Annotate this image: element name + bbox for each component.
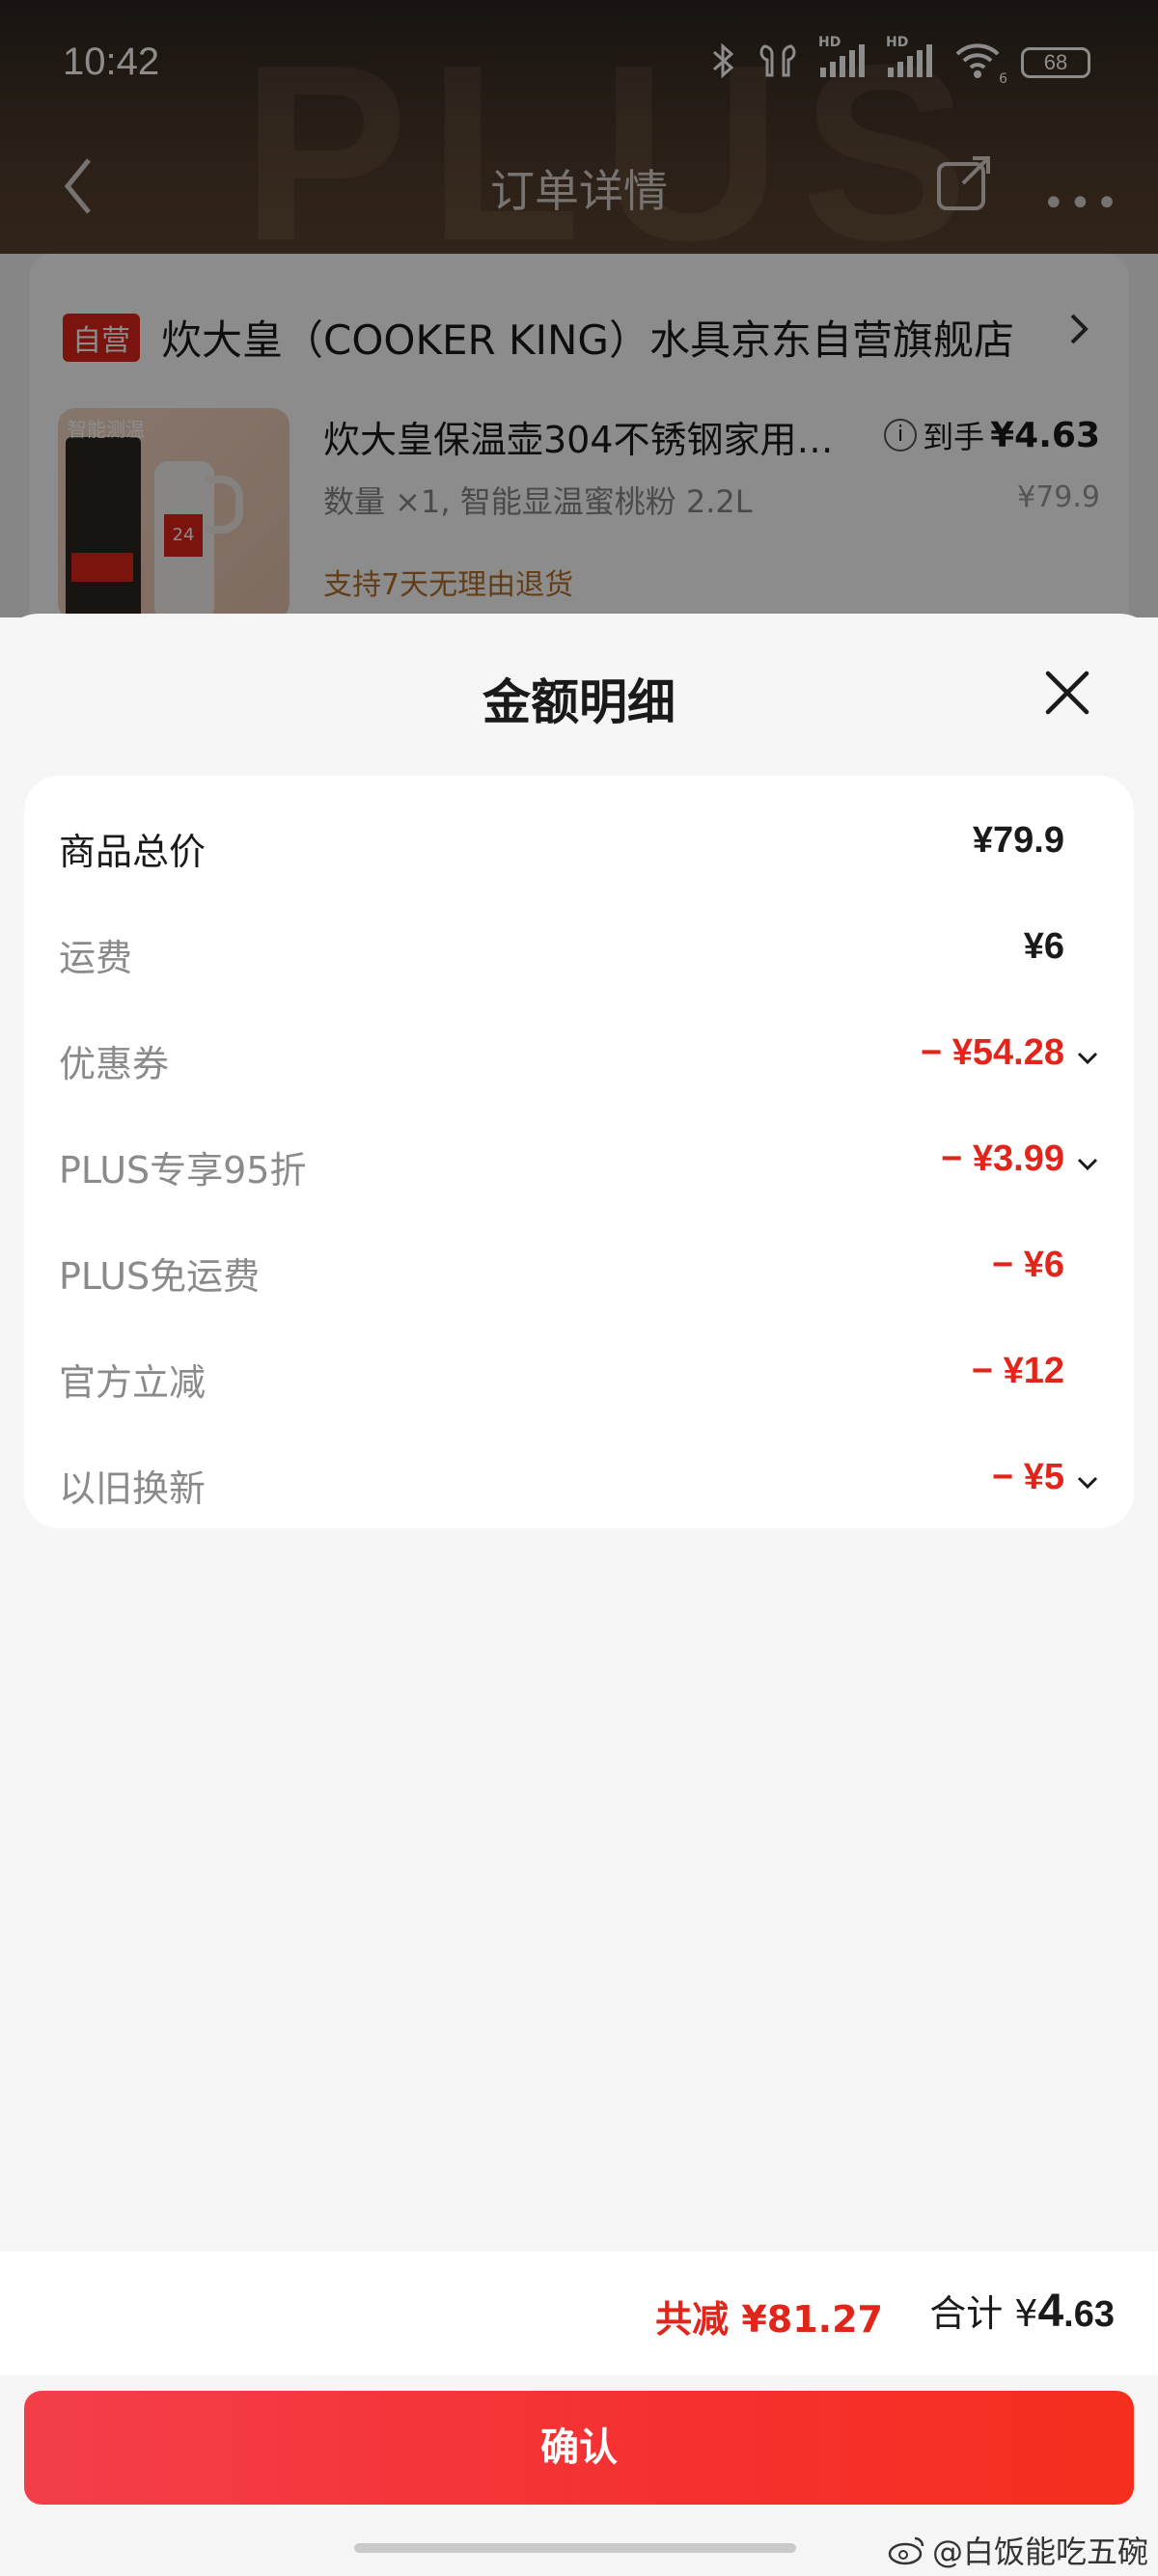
total-label: 合计 ¥ xyxy=(929,2292,1038,2335)
total-int: 4 xyxy=(1037,2286,1064,2337)
total-dec: .63 xyxy=(1063,2294,1115,2335)
order-total: 合计 ¥4.63 xyxy=(929,2284,1115,2338)
chevron-down-icon[interactable] xyxy=(1074,1150,1101,1177)
row-label: 优惠券 xyxy=(59,1043,170,1085)
row-plus-discount[interactable]: PLUS专享95折 − ¥3.99 xyxy=(24,1115,1134,1221)
row-value: − ¥12 xyxy=(971,1351,1064,1391)
row-label: 官方立减 xyxy=(59,1361,207,1404)
row-trade-in[interactable]: 以旧换新 − ¥5 xyxy=(24,1434,1134,1540)
total-saved: 共减 ¥81.27 xyxy=(655,2298,883,2341)
row-goods-total: 商品总价 ¥79.9 xyxy=(24,797,1134,903)
watermark: @白饭能吃五碗 xyxy=(888,2528,1148,2572)
row-label: PLUS专享95折 xyxy=(59,1149,307,1192)
row-plus-free-shipping: PLUS免运费 − ¥6 xyxy=(24,1221,1134,1328)
row-label: 运费 xyxy=(59,937,133,979)
price-detail-sheet: 金额明细 商品总价 ¥79.9 运费 ¥6 优惠券 − ¥54.28 PLUS专… xyxy=(0,614,1158,2576)
row-label: PLUS免运费 xyxy=(59,1255,261,1298)
home-indicator[interactable] xyxy=(354,2543,796,2553)
row-value: − ¥54.28 xyxy=(921,1032,1064,1073)
close-icon[interactable] xyxy=(1042,668,1092,718)
watermark-text: @白饭能吃五碗 xyxy=(932,2534,1149,2570)
row-value: − ¥5 xyxy=(991,1457,1064,1497)
row-value: ¥6 xyxy=(1023,926,1064,967)
row-label: 商品总价 xyxy=(59,831,207,873)
row-label: 以旧换新 xyxy=(59,1467,207,1510)
chevron-down-icon[interactable] xyxy=(1074,1044,1101,1071)
row-value: ¥79.9 xyxy=(972,820,1064,861)
weibo-icon xyxy=(888,2536,924,2565)
modal-overlay[interactable] xyxy=(0,0,1158,617)
row-shipping: 运费 ¥6 xyxy=(24,903,1134,1009)
sheet-title: 金额明细 xyxy=(482,674,676,730)
row-value: − ¥3.99 xyxy=(941,1138,1064,1179)
row-value: − ¥6 xyxy=(991,1245,1064,1285)
chevron-down-icon[interactable] xyxy=(1074,1468,1101,1495)
row-coupon[interactable]: 优惠券 − ¥54.28 xyxy=(24,1009,1134,1115)
confirm-button[interactable]: 确认 xyxy=(24,2391,1134,2505)
row-official-discount: 官方立减 − ¥12 xyxy=(24,1328,1134,1434)
summary-bar: 共减 ¥81.27 合计 ¥4.63 xyxy=(0,2250,1158,2375)
price-detail-card: 商品总价 ¥79.9 运费 ¥6 优惠券 − ¥54.28 PLUS专享95折 … xyxy=(24,776,1134,1528)
